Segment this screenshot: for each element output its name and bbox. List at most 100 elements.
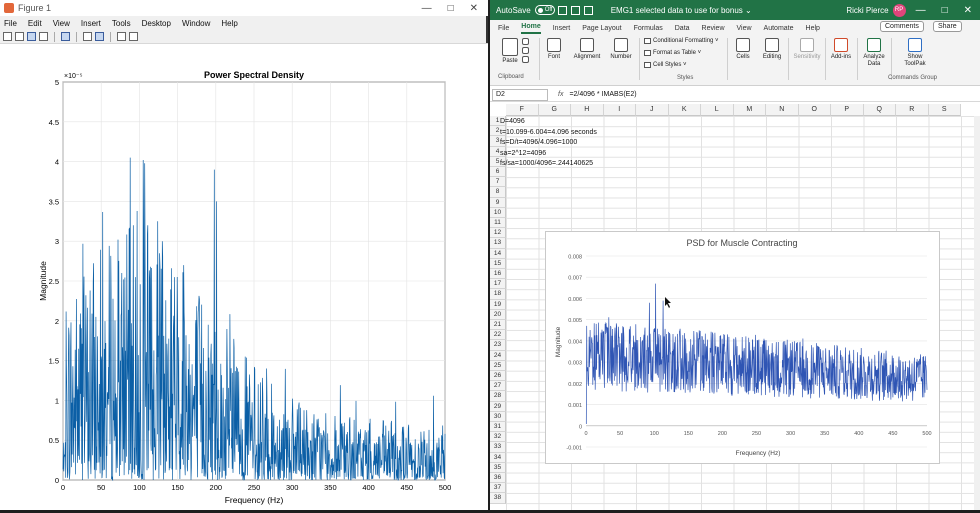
link-plot-icon[interactable] bbox=[61, 32, 70, 41]
cells-button[interactable]: Cells bbox=[732, 36, 754, 84]
format-as-table-button[interactable]: Format as Table ˅ bbox=[644, 50, 701, 56]
open-file-icon[interactable] bbox=[15, 32, 24, 41]
cell-text-4[interactable]: sa=2^12=4096 bbox=[500, 150, 546, 157]
alignment-button[interactable]: Alignment bbox=[570, 36, 604, 84]
row-header[interactable]: 23 bbox=[490, 340, 506, 351]
number-button[interactable]: Number bbox=[608, 36, 634, 84]
save-icon[interactable] bbox=[557, 5, 567, 15]
menu-tools[interactable]: Tools bbox=[112, 19, 131, 28]
save-icon[interactable] bbox=[27, 32, 36, 41]
column-header[interactable]: Q bbox=[863, 104, 896, 116]
format-painter-icon[interactable] bbox=[521, 56, 529, 63]
tab-data[interactable]: Data bbox=[675, 25, 690, 34]
tab-view[interactable]: View bbox=[737, 25, 752, 34]
row-header[interactable]: 38 bbox=[490, 493, 506, 504]
tab-automate[interactable]: Automate bbox=[764, 25, 794, 34]
row-header[interactable]: 28 bbox=[490, 391, 506, 402]
cell-text-5[interactable]: fs/sa=1000/4096=.244140625 bbox=[500, 160, 593, 167]
row-header[interactable]: 22 bbox=[490, 330, 506, 341]
row-header[interactable]: 16 bbox=[490, 269, 506, 280]
row-header[interactable]: 30 bbox=[490, 411, 506, 422]
maximize-icon[interactable]: □ bbox=[448, 3, 454, 14]
row-header[interactable]: 36 bbox=[490, 473, 506, 484]
row-header[interactable]: 19 bbox=[490, 299, 506, 310]
new-figure-icon[interactable] bbox=[3, 32, 12, 41]
sensitivity-button[interactable]: Sensitivity bbox=[790, 36, 824, 84]
analyze-data-button[interactable]: Analyze Data bbox=[859, 36, 889, 84]
cell-styles-button[interactable]: Cell Styles ˅ bbox=[644, 62, 687, 68]
column-header[interactable]: P bbox=[831, 104, 864, 116]
column-header[interactable]: K bbox=[668, 104, 701, 116]
row-header[interactable]: 37 bbox=[490, 483, 506, 494]
row-header[interactable]: 35 bbox=[490, 462, 506, 473]
row-header[interactable]: 8 bbox=[490, 187, 506, 198]
print-icon[interactable] bbox=[39, 32, 48, 41]
column-header[interactable]: G bbox=[538, 104, 571, 116]
row-header[interactable]: 17 bbox=[490, 279, 506, 290]
copy-icon[interactable] bbox=[521, 47, 529, 54]
vertical-scrollbar[interactable] bbox=[974, 116, 980, 510]
undo-icon[interactable] bbox=[570, 5, 580, 15]
column-header[interactable]: L bbox=[701, 104, 734, 116]
row-header[interactable]: 18 bbox=[490, 289, 506, 300]
row-header[interactable]: 7 bbox=[490, 177, 506, 188]
row-header[interactable]: 21 bbox=[490, 320, 506, 331]
row-header[interactable]: 20 bbox=[490, 309, 506, 320]
property-editor-icon[interactable] bbox=[129, 32, 138, 41]
row-header[interactable]: 32 bbox=[490, 432, 506, 443]
menu-view[interactable]: View bbox=[53, 19, 70, 28]
row-header[interactable]: 27 bbox=[490, 381, 506, 392]
row-header[interactable]: 11 bbox=[490, 218, 506, 229]
excel-chart[interactable]: -0.001 0 0.001 0.002 0.003 0.004 0.005 0.006 0.0… bbox=[545, 231, 940, 464]
font-button[interactable]: Font bbox=[542, 36, 566, 84]
tab-review[interactable]: Review bbox=[702, 25, 725, 34]
tab-page-layout[interactable]: Page Layout bbox=[582, 25, 621, 34]
row-header[interactable]: 6 bbox=[490, 167, 506, 178]
row-header[interactable]: 10 bbox=[490, 207, 506, 218]
name-box[interactable]: D2 bbox=[492, 88, 548, 101]
minimize-icon[interactable]: — bbox=[422, 3, 432, 14]
add-ins-button[interactable]: Add-ins bbox=[828, 36, 854, 84]
column-header[interactable]: I bbox=[603, 104, 636, 116]
close-icon[interactable]: ✕ bbox=[964, 5, 972, 16]
row-header[interactable]: 9 bbox=[490, 197, 506, 208]
row-header[interactable]: 14 bbox=[490, 248, 506, 259]
row-header[interactable]: 25 bbox=[490, 360, 506, 371]
row-header[interactable]: 26 bbox=[490, 371, 506, 382]
editing-button[interactable]: Editing bbox=[758, 36, 786, 84]
menu-window[interactable]: Window bbox=[182, 19, 210, 28]
row-header[interactable]: 24 bbox=[490, 350, 506, 361]
column-header[interactable]: M bbox=[733, 104, 766, 116]
row-header[interactable]: 13 bbox=[490, 238, 506, 249]
cell-text-2[interactable]: t=10.099-6.004=4.096 seconds bbox=[500, 129, 597, 136]
share-button[interactable]: Share bbox=[933, 21, 962, 32]
document-title[interactable]: EMG1 selected data to use for bonus ⌄ bbox=[611, 6, 752, 15]
column-header[interactable]: J bbox=[636, 104, 669, 116]
cell-text-3[interactable]: fs=D/t=4096/4.096=1000 bbox=[500, 139, 577, 146]
menu-desktop[interactable]: Desktop bbox=[142, 19, 171, 28]
row-header[interactable]: 33 bbox=[490, 442, 506, 453]
avatar[interactable]: RP bbox=[892, 3, 906, 17]
close-icon[interactable]: ✕ bbox=[470, 3, 478, 14]
column-header[interactable]: N bbox=[766, 104, 799, 116]
cut-icon[interactable] bbox=[521, 38, 529, 45]
restore-icon[interactable]: □ bbox=[942, 5, 948, 16]
menu-file[interactable]: File bbox=[4, 19, 17, 28]
function-icon[interactable]: fx bbox=[558, 91, 563, 98]
comments-button[interactable]: Comments bbox=[880, 21, 924, 32]
cell-text-1[interactable]: D=4096 bbox=[500, 118, 525, 125]
autosave-toggle[interactable]: Off bbox=[534, 5, 555, 15]
row-header[interactable]: 12 bbox=[490, 228, 506, 239]
tab-file[interactable]: File bbox=[498, 25, 509, 34]
tab-insert[interactable]: Insert bbox=[553, 25, 571, 34]
column-header[interactable]: H bbox=[571, 104, 604, 116]
row-header[interactable]: 31 bbox=[490, 422, 506, 433]
conditional-formatting-button[interactable]: Conditional Formatting ˅ bbox=[644, 38, 719, 44]
menu-insert[interactable]: Insert bbox=[81, 19, 101, 28]
tab-home[interactable]: Home bbox=[521, 23, 541, 34]
minimize-icon[interactable]: — bbox=[916, 5, 926, 16]
row-header[interactable]: 15 bbox=[490, 258, 506, 269]
row-header[interactable]: 29 bbox=[490, 401, 506, 412]
colorbar-icon[interactable] bbox=[83, 32, 92, 41]
row-header[interactable]: 34 bbox=[490, 452, 506, 463]
